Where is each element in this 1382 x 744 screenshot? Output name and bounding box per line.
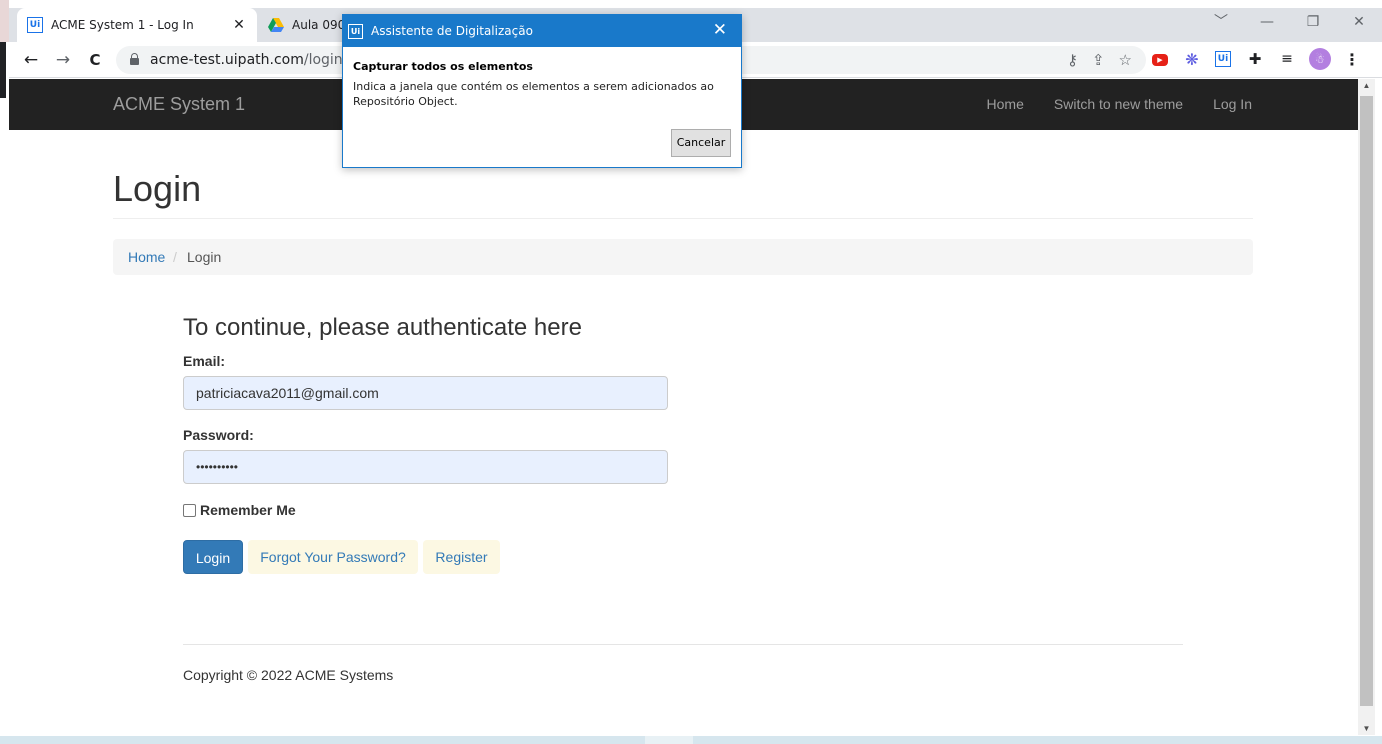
restore-button[interactable]: ❐ [1290,8,1336,38]
password-label: Password: [183,427,254,443]
browser-menu-icon[interactable]: ⋮ [1343,50,1361,69]
tab-title: ACME System 1 - Log In [51,18,194,32]
site-brand[interactable]: ACME System 1 [113,94,245,115]
taskbar [0,736,1382,744]
cancel-button[interactable]: Cancelar [671,129,731,157]
share-icon[interactable]: ⇪ [1092,51,1105,69]
tab-search-icon[interactable]: ﹀ [1198,8,1244,38]
close-window-button[interactable]: ✕ [1336,8,1382,38]
uipath-favicon-icon: Ui [27,17,43,33]
dialog-close-icon[interactable]: ✕ [713,20,727,40]
email-label: Email: [183,353,226,369]
forgot-password-link[interactable]: Forgot Your Password? [248,540,418,574]
navbar-links: Home Switch to new theme Log In [972,79,1358,130]
google-drive-icon [268,18,284,32]
remember-me-label[interactable]: Remember Me [200,502,296,518]
copyright-text: Copyright © 2022 ACME Systems [183,667,394,683]
breadcrumb: Home / Login [113,239,1253,275]
breadcrumb-current: Login [187,249,222,265]
password-field[interactable]: •••••••••• [183,450,668,484]
youtube-extension-icon[interactable]: ▶ [1152,54,1168,66]
left-window-edge [0,0,9,744]
scroll-down-icon[interactable]: ▼ [1358,724,1375,733]
window-controls: ﹀ — ❐ ✕ [1198,8,1382,38]
nav-home-link[interactable]: Home [972,79,1039,130]
login-button[interactable]: Login [183,540,243,574]
nav-login-link[interactable]: Log In [1198,79,1267,130]
dialog-description: Indica a janela que contém os elementos … [353,80,714,108]
uipath-logo-icon: Ui [348,24,363,39]
dialog-heading: Capturar todos os elementos [353,60,533,73]
scroll-thumb[interactable] [1360,96,1373,706]
page-scrollbar[interactable]: ▲ ▼ [1358,79,1375,735]
profile-avatar-icon[interactable]: ☃ [1309,48,1331,70]
reload-icon[interactable]: C [85,50,105,70]
omnibox-actions: ⚷ ⇪ ☆ [1067,51,1132,69]
flower-extension-icon[interactable]: ❋ [1183,50,1201,69]
lock-icon[interactable] [130,53,139,65]
dialog-title: Assistente de Digitalização [371,24,533,38]
dialog-titlebar[interactable]: Ui Assistente de Digitalização ✕ [343,15,741,47]
tab-title: Aula 0903 [292,18,348,32]
minimize-button[interactable]: — [1244,8,1290,38]
url-text[interactable]: acme-test.uipath.com/login [150,52,343,68]
taskbar-segment[interactable] [645,736,693,744]
bookmark-star-icon[interactable]: ☆ [1119,51,1132,69]
reading-list-icon[interactable]: ≡ [1278,50,1296,68]
title-bar-top [9,0,1382,8]
back-icon[interactable]: ← [21,50,41,70]
scroll-up-icon[interactable]: ▲ [1358,81,1375,90]
tab-aula[interactable]: Aula 0903 [258,8,348,42]
tab-close-icon[interactable]: ✕ [229,17,249,33]
remember-me-row: Remember Me [183,502,296,518]
scanning-assistant-dialog: Ui Assistente de Digitalização ✕ Captura… [342,14,742,168]
screen: Ui ACME System 1 - Log In ✕ Aula 0903 ﹀ … [0,0,1382,744]
tab-acme-login[interactable]: Ui ACME System 1 - Log In ✕ [17,8,257,42]
title-divider [113,218,1253,219]
footer-divider [183,644,1183,645]
register-link[interactable]: Register [423,540,500,574]
password-key-icon[interactable]: ⚷ [1067,51,1078,69]
email-field[interactable]: patriciacava2011@gmail.com [183,376,668,410]
extensions-puzzle-icon[interactable]: ✚ [1246,50,1264,68]
remember-me-checkbox[interactable] [183,503,196,517]
nav-switch-theme-link[interactable]: Switch to new theme [1039,79,1198,130]
breadcrumb-separator: / [173,249,177,265]
forward-icon[interactable]: → [53,50,73,70]
uipath-extension-icon[interactable]: Ui [1215,51,1231,67]
form-heading: To continue, please authenticate here [183,314,582,341]
breadcrumb-home-link[interactable]: Home [128,249,165,265]
page-title: Login [113,168,202,209]
